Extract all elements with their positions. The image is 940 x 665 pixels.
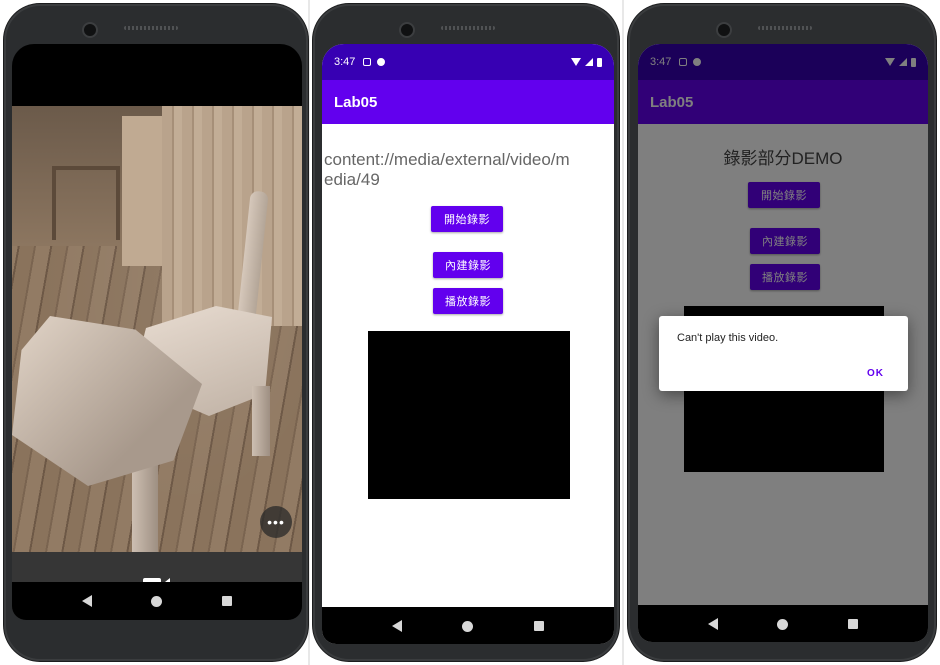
front-camera (82, 22, 98, 38)
nav-recents-icon[interactable] (533, 621, 544, 631)
nav-recents-icon[interactable] (848, 619, 859, 629)
camera-screen: ••• (12, 44, 302, 620)
signal-icon (585, 58, 593, 66)
start-record-button[interactable]: 開始錄影 (431, 206, 503, 232)
speaker (124, 26, 178, 30)
error-dialog: Can't play this video. OK (659, 316, 908, 391)
preview-door (122, 116, 162, 266)
status-bar: 3:47 (322, 44, 614, 80)
dialog-ok-button[interactable]: OK (867, 368, 884, 379)
content-uri-text: content://media/external/video/media/49 (324, 150, 570, 189)
nav-home-icon[interactable] (462, 620, 474, 632)
phone-camera: ••• (4, 4, 308, 661)
nav-home-icon[interactable] (777, 618, 789, 630)
divider (622, 0, 624, 665)
preview-panel (162, 106, 302, 326)
app-screen: 3:47 Lab05 錄影部分DEMO 開始錄影 內建錄影 播放錄影 Can't… (638, 44, 928, 642)
battery-icon (597, 57, 602, 67)
notification-icon (377, 58, 386, 66)
front-camera (399, 22, 415, 38)
app-title: Lab05 (334, 93, 378, 111)
nav-back-icon[interactable] (81, 595, 92, 607)
app-screen: 3:47 Lab05 content://media/external/vide… (322, 44, 614, 644)
play-record-button[interactable]: 播放錄影 (433, 288, 503, 314)
divider (308, 0, 310, 665)
dog-leg (252, 386, 270, 456)
nav-back-icon[interactable] (707, 618, 718, 630)
nav-home-icon[interactable] (151, 595, 163, 607)
wifi-icon (571, 58, 581, 66)
notification-icon (363, 58, 372, 66)
dialog-message: Can't play this video. (677, 332, 779, 344)
video-view[interactable] (368, 331, 570, 499)
status-time: 3:47 (334, 56, 356, 68)
phone-dialog: 3:47 Lab05 錄影部分DEMO 開始錄影 內建錄影 播放錄影 Can't… (628, 4, 936, 661)
front-camera (716, 22, 732, 38)
builtin-record-button[interactable]: 內建錄影 (433, 252, 503, 278)
more-options-button[interactable]: ••• (260, 506, 292, 538)
camera-preview: ••• (12, 106, 302, 552)
nav-back-icon[interactable] (392, 620, 403, 632)
nav-bar (322, 607, 614, 644)
nav-bar (638, 605, 928, 642)
app-bar: Lab05 (322, 80, 614, 124)
speaker (758, 26, 812, 30)
nav-recents-icon[interactable] (222, 596, 233, 606)
preview-bench (52, 166, 120, 240)
speaker (441, 26, 495, 30)
phone-app: 3:47 Lab05 content://media/external/vide… (313, 4, 619, 661)
nav-bar (12, 582, 302, 620)
